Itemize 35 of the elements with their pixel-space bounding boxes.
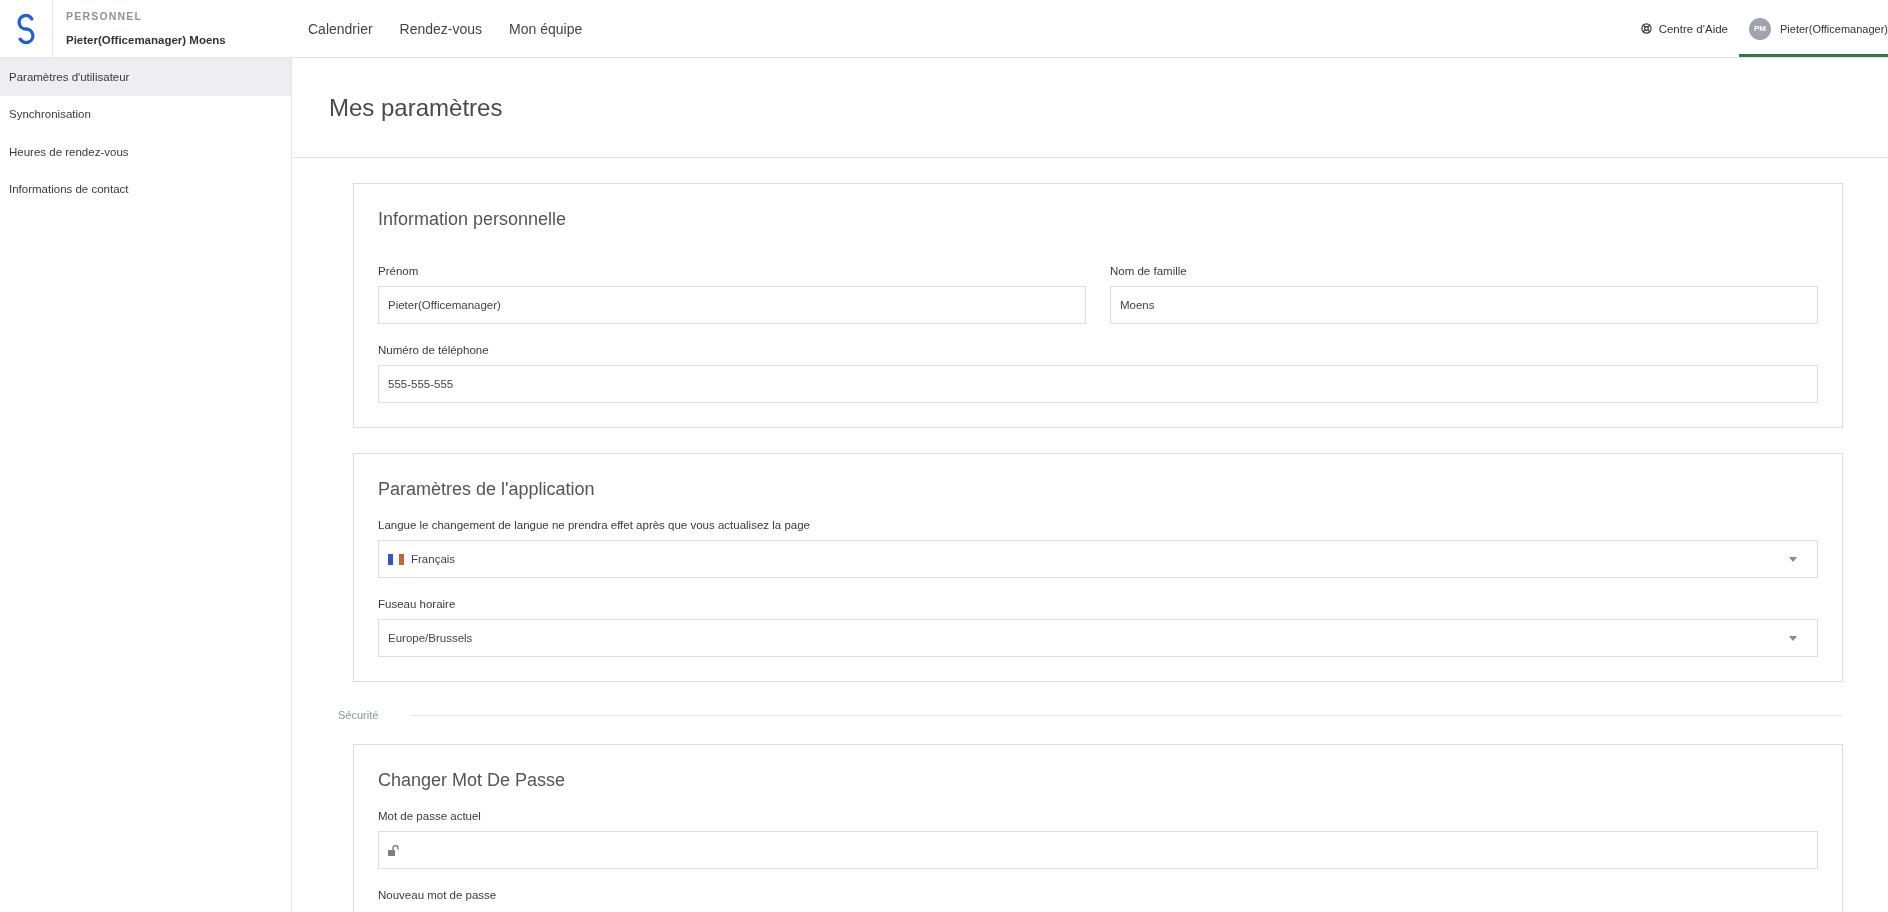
app-section-label: PERSONNEL [66,10,144,22]
lifebuoy-icon [1640,23,1652,34]
language-select[interactable]: Français [378,540,1818,578]
input-field[interactable]: 555-555-555 [378,365,1818,403]
field-label: Nom de famille [1110,264,1188,279]
card-title: Changer Mot De Passe [378,769,567,791]
card-title: Information personnelle [378,208,568,230]
help-label: Centre d'Aide [1658,22,1728,35]
select-field[interactable]: Europe/Brussels [378,619,1818,657]
section-label: Sécurité [338,709,380,721]
nav-link[interactable]: Rendez-vous [399,0,483,57]
field-label: Fuseau horaire [378,597,457,612]
page-title: Mes paramètres [329,93,503,122]
field-label: Nouveau mot de passe [378,888,498,903]
card-title: Paramètres de l'application [378,478,596,500]
avatar: PM [1749,17,1771,40]
input-field[interactable]: Pieter(Officemanager) [378,286,1086,324]
flag-icon [388,553,404,565]
input-field[interactable]: Moens [1110,286,1818,324]
user-name: Pieter(Officemanager) Moens [66,33,227,47]
help-link[interactable]: Centre d'Aide [1640,0,1728,57]
nav-link[interactable]: Calendrier [308,0,373,57]
logo-icon [15,13,37,44]
field-label: Mot de passe actuel [378,809,482,824]
unlock-icon [388,844,399,856]
nav-link[interactable]: Mon équipe [509,0,583,57]
field-label: Numéro de téléphone [378,343,490,358]
caret-icon [1789,556,1797,562]
user-menu-name: Pieter(Officemanager) [1780,22,1888,35]
caret-icon [1789,635,1797,641]
field-label: Prénom [378,264,420,279]
user-menu[interactable]: PM Pieter(Officemanager) [1739,0,1888,57]
password-field[interactable] [378,831,1818,869]
field-label: Langue le changement de langue ne prendra effet après que vous actualisez la page [378,518,811,533]
sidebar-item[interactable]: Paramètres d'utilisateur [0,58,291,96]
